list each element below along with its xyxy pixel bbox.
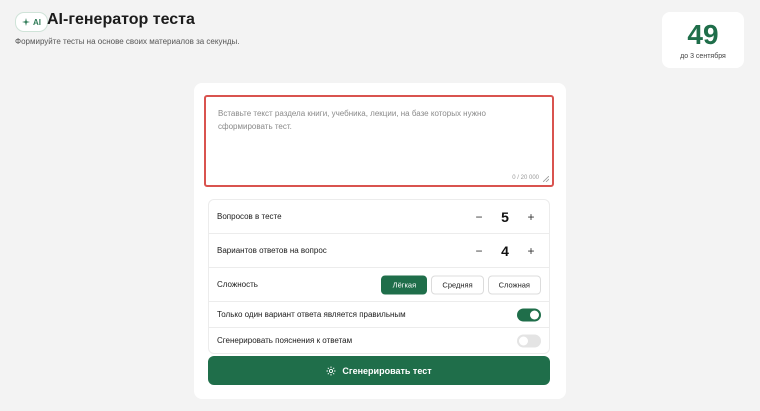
questions-count-row: Вопросов в тесте − 5 + [209, 200, 549, 234]
ai-badge: AI [15, 12, 48, 32]
page-title: AI-генератор теста [47, 11, 195, 28]
answers-count-value: 4 [501, 242, 509, 259]
sparkle-icon [326, 366, 336, 375]
generator-card: 0 / 20 000 Вопросов в тесте − 5 + Вариан… [194, 83, 566, 399]
single-correct-row: Только один вариант ответа является прав… [209, 302, 549, 328]
remaining-counter-card: 49 до 3 сентября [662, 12, 744, 68]
answers-count-stepper: − 4 + [469, 241, 541, 261]
answers-increment-button[interactable]: + [521, 241, 541, 261]
difficulty-selector: Лёгкая Средняя Сложная [381, 275, 541, 294]
single-correct-label: Только один вариант ответа является прав… [217, 310, 406, 319]
test-settings: Вопросов в тесте − 5 + Вариантов ответов… [208, 199, 550, 354]
explanations-label: Сгенерировать пояснения к ответам [217, 336, 353, 345]
page-subtitle: Формируйте тесты на основе своих материа… [15, 37, 240, 46]
difficulty-medium-button[interactable]: Средняя [431, 275, 484, 294]
remaining-count-caption: до 3 сентября [680, 53, 726, 60]
char-counter: 0 / 20 000 [512, 175, 539, 181]
resize-grip-icon[interactable] [543, 176, 549, 182]
difficulty-row: Сложность Лёгкая Средняя Сложная [209, 268, 549, 302]
questions-count-value: 5 [501, 208, 509, 225]
answers-decrement-button[interactable]: − [469, 241, 489, 261]
toggle-knob [519, 336, 528, 345]
questions-count-stepper: − 5 + [469, 207, 541, 227]
sparkle-icon [22, 18, 30, 26]
generate-test-button[interactable]: Сгенерировать тест [208, 356, 550, 385]
source-text-box: 0 / 20 000 [204, 95, 554, 187]
difficulty-easy-button[interactable]: Лёгкая [381, 275, 428, 294]
difficulty-hard-button[interactable]: Сложная [487, 275, 541, 294]
source-text-input[interactable] [218, 107, 538, 157]
questions-increment-button[interactable]: + [521, 207, 541, 227]
toggle-knob [530, 310, 539, 319]
generate-test-label: Сгенерировать тест [342, 365, 432, 376]
remaining-count: 49 [687, 19, 719, 50]
answers-count-row: Вариантов ответов на вопрос − 4 + [209, 234, 549, 268]
explanations-toggle[interactable] [517, 334, 541, 347]
single-correct-toggle[interactable] [517, 308, 541, 321]
questions-count-label: Вопросов в тесте [217, 212, 282, 221]
ai-badge-label: AI [33, 17, 41, 27]
explanations-row: Сгенерировать пояснения к ответам [209, 328, 549, 353]
questions-decrement-button[interactable]: − [469, 207, 489, 227]
difficulty-label: Сложность [217, 280, 258, 289]
answers-count-label: Вариантов ответов на вопрос [217, 246, 327, 255]
